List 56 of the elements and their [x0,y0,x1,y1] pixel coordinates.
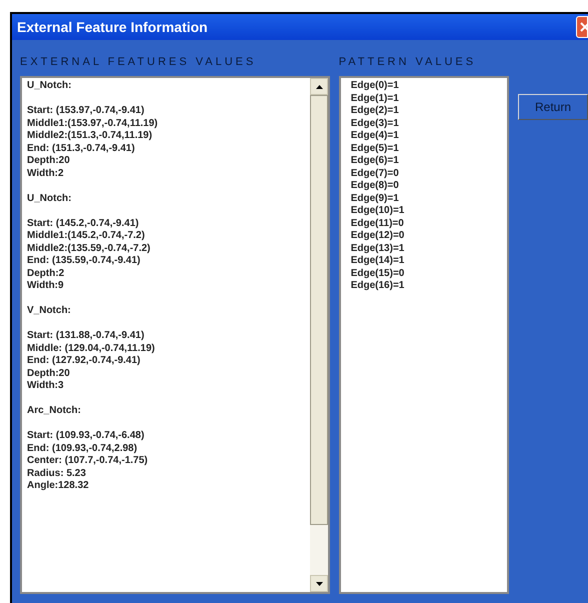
scroll-up-button[interactable] [310,78,328,95]
feature-heading: U_Notch: [27,80,72,92]
feature-value: Width:3 [27,380,65,392]
feature-value: Angle:128.32 [27,480,90,492]
feature-value: Middle: (129.04,-0.74,11.19) [27,342,156,355]
feature-value: Width:2 [27,168,65,180]
feature-value: Center: (107.7,-0.74,-1.75) [27,455,149,468]
pattern-value: Edge(10)=1 [350,205,406,218]
feature-value: Start: (153.97,-0.74,-9.41) [27,105,146,118]
feature-heading: V_Notch: [27,305,72,318]
pattern-value: Edge(4)=1 [350,130,400,142]
feature-heading: U_Notch: [27,192,72,205]
section-label: PATTERN VALUES [338,55,478,70]
pattern-value: Edge(2)=1 [350,105,400,118]
pattern-value: Edge(0)=1 [350,80,400,92]
feature-value: Middle1:(145.2,-0.74,-7.2) [27,230,146,242]
feature-value: Width:9 [27,280,65,292]
features-list[interactable] [20,76,330,594]
pattern-value: Edge(14)=1 [350,255,406,268]
feature-value: Start: (145.2,-0.74,-9.41) [27,218,140,230]
section-label: EXTERNAL FEATURES VALUES [20,55,258,70]
pattern-value: Edge(7)=0 [350,168,400,180]
feature-value: Depth:2 [27,268,66,280]
pattern-value: Edge(5)=1 [350,142,400,155]
feature-value: End: (135.59,-0.74,-9.41) [27,255,142,268]
feature-value: Depth:20 [27,155,71,168]
feature-value: Radius: 5.23 [27,468,87,480]
feature-value: End: (109.93,-0.74,2.98) [27,442,138,455]
pattern-value: Edge(1)=1 [350,92,400,105]
feature-value: Middle2:(151.3,-0.74,11.19) [27,130,154,142]
feature-value: Start: (131.88,-0.74,-9.41) [27,330,146,342]
scroll-thumb[interactable] [310,95,328,525]
pattern-value: Edge(15)=0 [350,268,406,280]
scroll-down-button[interactable] [310,575,328,592]
feature-value: Middle1:(153.97,-0.74,11.19) [27,118,159,130]
pattern-value: Edge(9)=1 [350,192,400,205]
pattern-value: Edge(6)=1 [350,155,400,168]
close-button[interactable] [576,16,588,38]
pattern-value: Edge(11)=0 [350,218,405,230]
feature-heading: Arc_Notch: [27,405,82,418]
scrollbar[interactable] [310,78,328,592]
pattern-value: Edge(3)=1 [350,118,400,130]
pattern-list[interactable]: Edge(0)=1 Edge(1)=1 Edge(2)=1 Edge(3)=1 Edge(4)=1 Edge(5)=1 Edge(6)=1 Edge(7)=0 Edge(8)=0 Edge(9)=1 Edge(10)=1 Edge(11)=0 Edge(12)=0 Edge(13)=1 Edge(14)=1 Edge(15)=0 Edge(16)=1 [338,76,509,594]
feature-value: Start: (109.93,-0.74,-6.48) [27,430,146,442]
feature-value: End: (127.92,-0.74,-9.41) [27,355,142,368]
close-icon [579,21,587,33]
window-title: External Feature Information [16,18,208,36]
pattern-value: Edge(16)=1 [350,280,406,292]
feature-value: End: (151.3,-0.74,-9.41) [27,142,136,155]
pattern-value: Edge(12)=0 [350,230,406,242]
pattern-value: Edge(8)=0 [350,180,400,192]
pattern-value: Edge(13)=1 [350,242,406,255]
up-arrow-icon [316,84,322,88]
down-arrow-icon [316,582,322,586]
feature-value: Depth:20 [27,368,71,380]
feature-value: Middle2:(135.59,-0.74,-7.2) [27,242,152,255]
